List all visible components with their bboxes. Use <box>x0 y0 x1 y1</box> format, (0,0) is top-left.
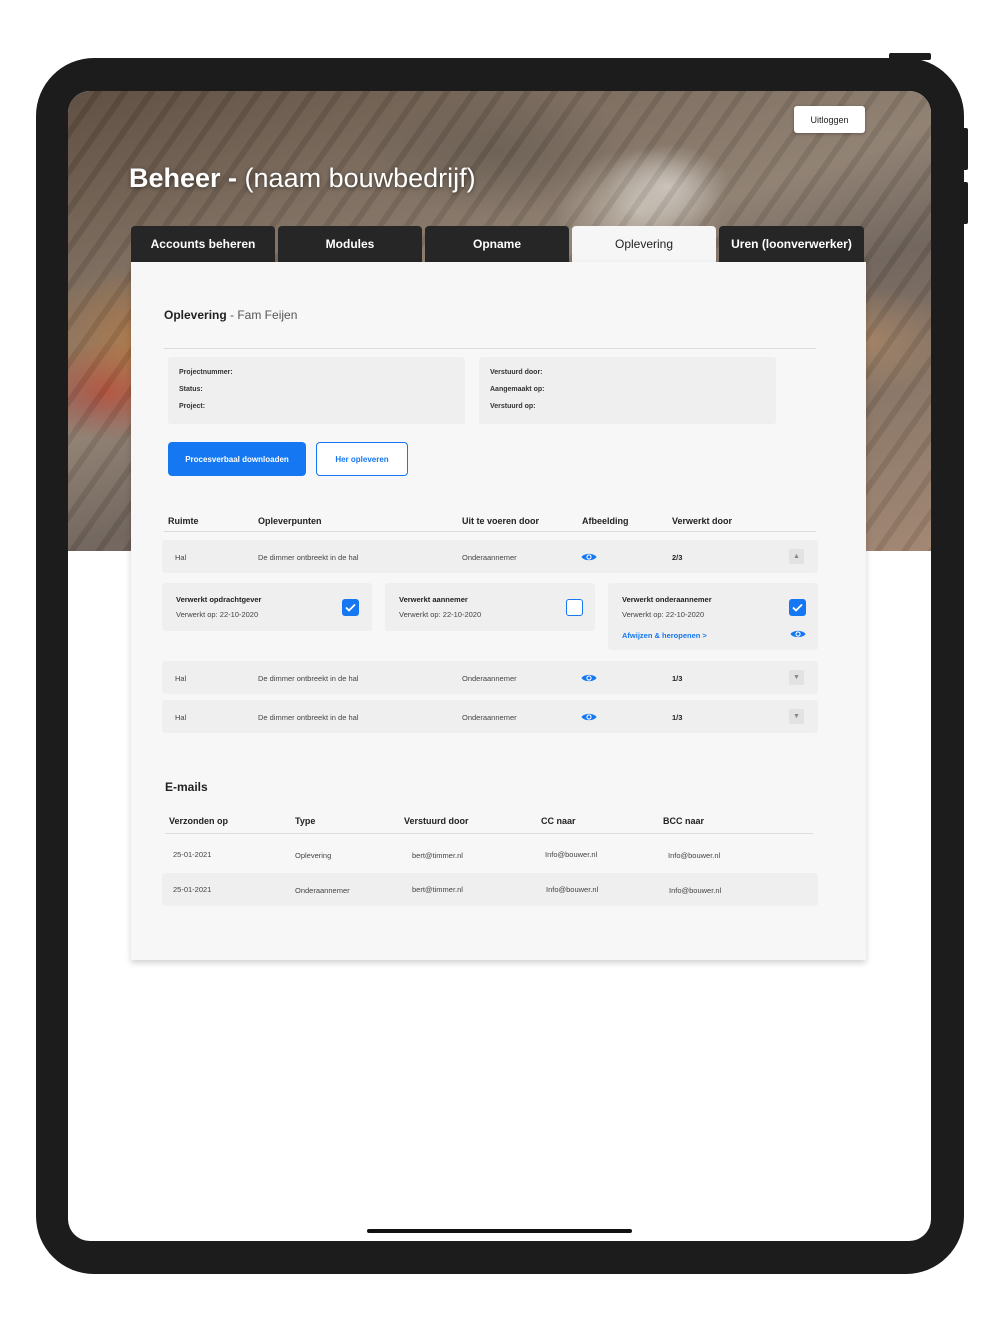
section-title-label: Oplevering <box>164 308 227 322</box>
page-title-company: (naam bouwbedrijf) <box>237 163 476 193</box>
th-afbeelding: Afbeelding <box>582 516 629 526</box>
info-projectnummer: Projectnummer: <box>179 369 233 376</box>
logout-button[interactable]: Uitloggen <box>794 106 865 133</box>
opdrachtgever-checkbox[interactable] <box>342 599 359 616</box>
tab-uren-loonverwerker[interactable]: Uren (loonverwerker) <box>719 226 864 262</box>
email-type: Oplevering <box>295 851 332 860</box>
download-procesverbaal-button[interactable]: Procesverbaal downloaden <box>168 442 306 476</box>
cell-opleverpunt: De dimmer ontbreekt in de hal <box>258 713 359 722</box>
tablet-volume-down-button <box>962 182 968 224</box>
section-subtitle: - Fam Feijen <box>226 308 298 322</box>
oplevering-card: Oplevering - Fam Feijen Projectnummer: S… <box>131 262 866 960</box>
tab-modules[interactable]: Modules <box>278 226 422 262</box>
send-info-box: Verstuurd door: Aangemaakt op: Verstuurd… <box>479 357 776 424</box>
th-opleverpunten: Opleverpunten <box>258 516 322 526</box>
tab-opname[interactable]: Opname <box>425 226 569 262</box>
th-verwerkt-door: Verwerkt door <box>672 516 733 526</box>
verwerkt-onderaannemer-card: Verwerkt onderaannemer Verwerkt op: 22-1… <box>608 583 818 650</box>
tab-oplevering[interactable]: Oplevering <box>572 226 716 262</box>
her-opleveren-button[interactable]: Her opleveren <box>316 442 408 476</box>
info-verstuurd-door: Verstuurd door: <box>490 369 543 376</box>
eye-icon[interactable] <box>581 712 597 722</box>
th-bcc-naar: BCC naar <box>663 816 705 826</box>
info-aangemaakt-op: Aangemaakt op: <box>490 386 545 393</box>
email-row[interactable]: 25-01-2021 Oplevering bert@timmer.nl Inf… <box>162 838 818 871</box>
section-divider <box>164 348 816 349</box>
cell-verwerkt-door: 2/3 <box>672 553 683 562</box>
email-cc: Info@bouwer.nl <box>545 850 598 859</box>
info-status: Status: <box>179 386 203 393</box>
th-cc-naar: CC naar <box>541 816 576 826</box>
cell-verwerkt-door: 1/3 <box>672 713 683 722</box>
home-indicator <box>367 1229 632 1233</box>
email-cc: Info@bouwer.nl <box>546 885 599 894</box>
onderaannemer-checkbox[interactable] <box>789 599 806 616</box>
table-row[interactable]: Hal De dimmer ontbreekt in de hal Ondera… <box>162 540 818 573</box>
email-bcc: Info@bouwer.nl <box>669 886 722 895</box>
table-row[interactable]: Hal De dimmer ontbreekt in de hal Ondera… <box>162 700 818 733</box>
page-title-bold: Beheer - <box>129 163 238 193</box>
checkmark-icon <box>792 603 803 612</box>
eye-icon[interactable] <box>790 629 806 639</box>
th-ruimte: Ruimte <box>168 516 199 526</box>
tablet-volume-up-button <box>962 128 968 170</box>
verwerkt-onderaannemer-date: Verwerkt op: 22-10-2020 <box>622 610 705 619</box>
chevron-up-icon[interactable]: ▲ <box>789 549 804 564</box>
afwijzen-heropenen-link[interactable]: Afwijzen & heropenen > <box>622 631 707 640</box>
verwerkt-aannemer-date: Verwerkt op: 22-10-2020 <box>399 610 482 619</box>
email-date: 25-01-2021 <box>173 885 212 894</box>
info-project: Project: <box>179 403 206 410</box>
aannemer-checkbox[interactable] <box>566 599 583 616</box>
chevron-down-icon[interactable]: ▼ <box>789 670 804 685</box>
table-row[interactable]: Hal De dimmer ontbreekt in de hal Ondera… <box>162 661 818 694</box>
th-uit-te-voeren-door: Uit te voeren door <box>462 516 540 526</box>
cell-ruimte: Hal <box>175 674 187 683</box>
email-row[interactable]: 25-01-2021 Onderaannemer bert@timmer.nl … <box>162 873 818 906</box>
project-info-box: Projectnummer: Status: Project: <box>168 357 465 424</box>
emails-title: E-mails <box>165 780 208 794</box>
email-sender: bert@timmer.nl <box>412 885 463 894</box>
email-bcc: Info@bouwer.nl <box>668 851 721 860</box>
email-type: Onderaannemer <box>295 886 350 895</box>
verwerkt-aannemer-card: Verwerkt aannemer Verwerkt op: 22-10-202… <box>385 583 595 631</box>
verwerkt-opdrachtgever-date: Verwerkt op: 22-10-2020 <box>176 610 259 619</box>
verwerkt-opdrachtgever-card: Verwerkt opdrachtgever Verwerkt op: 22-1… <box>162 583 372 631</box>
tab-accounts-beheren[interactable]: Accounts beheren <box>131 226 275 262</box>
main-tabs: Accounts beheren Modules Opname Opleveri… <box>131 226 864 262</box>
cell-opleverpunt: De dimmer ontbreekt in de hal <box>258 674 359 683</box>
th-verzonden-op: Verzonden op <box>169 816 229 826</box>
verwerkt-onderaannemer-title: Verwerkt onderaannemer <box>622 595 712 604</box>
chevron-down-icon[interactable]: ▼ <box>789 709 804 724</box>
info-verstuurd-op: Verstuurd op: <box>490 403 536 410</box>
th-verstuurd-door: Verstuurd door <box>404 816 469 826</box>
cell-uitvoerder: Onderaannemer <box>462 674 517 683</box>
emails-header-divider <box>165 833 813 834</box>
email-date: 25-01-2021 <box>173 850 212 859</box>
cell-opleverpunt: De dimmer ontbreekt in de hal <box>258 553 359 562</box>
checkmark-icon <box>345 603 356 612</box>
section-title: Oplevering - Fam Feijen <box>164 308 297 322</box>
cell-uitvoerder: Onderaannemer <box>462 553 517 562</box>
verwerkt-aannemer-title: Verwerkt aannemer <box>399 595 468 604</box>
page-title: Beheer - (naam bouwbedrijf) <box>129 163 476 194</box>
tablet-top-button <box>889 53 931 60</box>
cell-verwerkt-door: 1/3 <box>672 674 683 683</box>
th-type: Type <box>295 816 316 826</box>
verwerkt-opdrachtgever-title: Verwerkt opdrachtgever <box>176 595 262 604</box>
eye-icon[interactable] <box>581 673 597 683</box>
tablet-screen: Uitloggen Beheer - (naam bouwbedrijf) Ac… <box>68 91 931 1241</box>
eye-icon[interactable] <box>581 552 597 562</box>
cell-uitvoerder: Onderaannemer <box>462 713 517 722</box>
cell-ruimte: Hal <box>175 553 187 562</box>
cell-ruimte: Hal <box>175 713 187 722</box>
email-sender: bert@timmer.nl <box>412 851 463 860</box>
points-header-divider <box>164 531 816 532</box>
